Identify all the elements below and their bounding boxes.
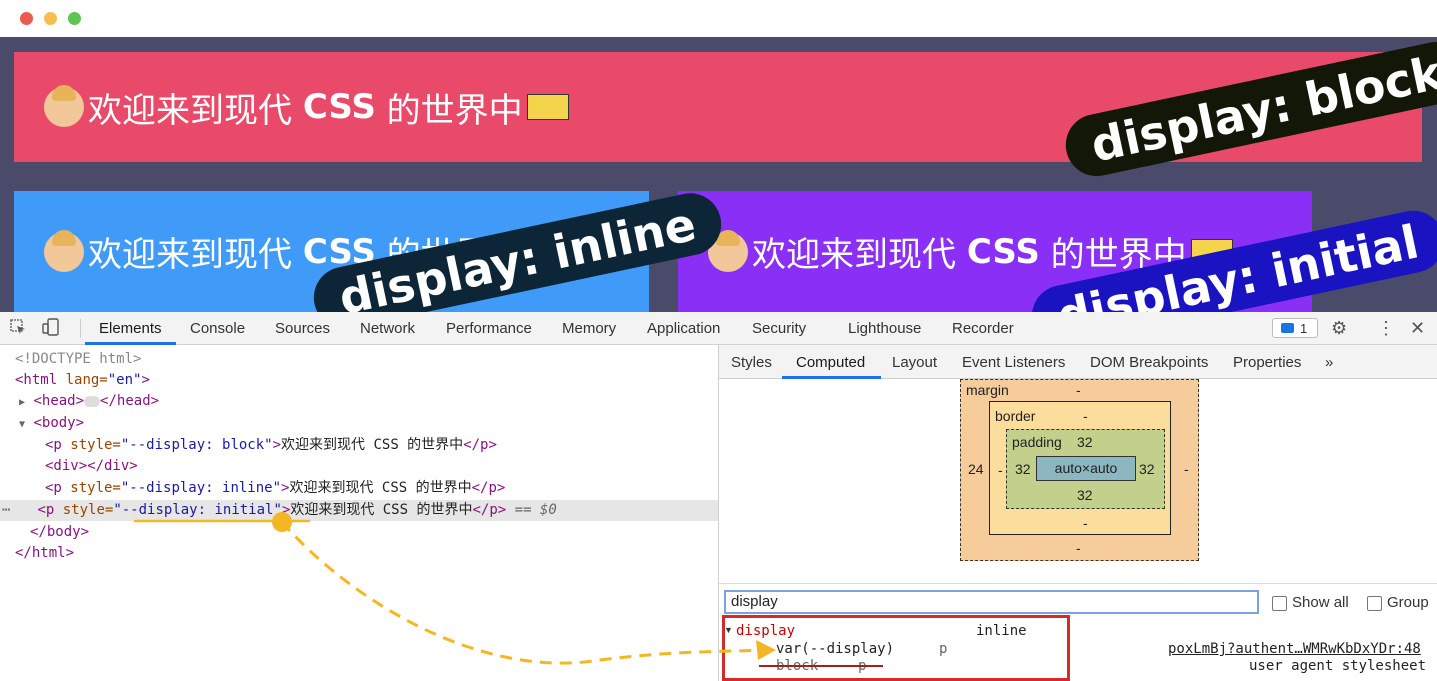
arrowhead — [756, 640, 776, 660]
annotation-arrow — [134, 512, 776, 665]
dashed-arrow-path — [280, 521, 761, 665]
